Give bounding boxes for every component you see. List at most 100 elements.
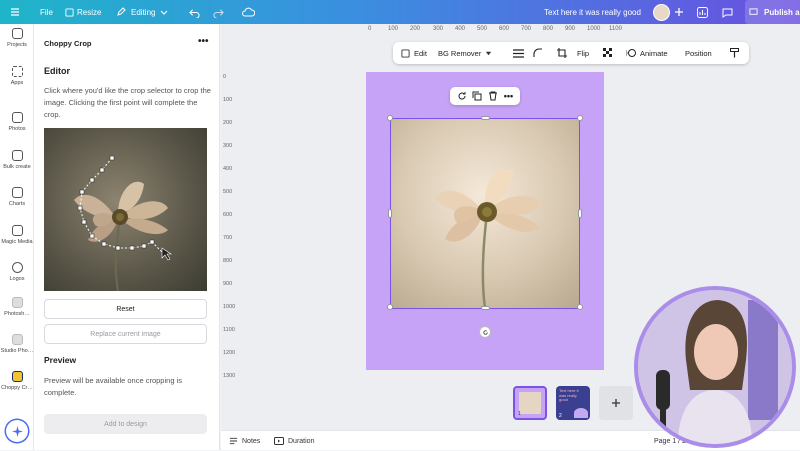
rotate-handle-icon — [482, 329, 488, 335]
replace-image-button[interactable]: Replace current image — [44, 324, 207, 344]
border-style-icon[interactable] — [513, 42, 524, 64]
ruler-tick: 600 — [223, 212, 233, 218]
design-page[interactable]: ••• — [366, 72, 604, 370]
choppy-crop-app-icon — [11, 371, 23, 382]
redo-icon[interactable] — [213, 0, 224, 24]
resize-handle[interactable] — [387, 304, 393, 310]
duplicate-icon[interactable] — [472, 91, 482, 101]
bar-chart-icon — [11, 187, 23, 198]
rail-label: Projects — [7, 42, 27, 48]
document-title[interactable]: Text here it was really good — [544, 0, 641, 24]
rail-item-photos[interactable]: Photos — [0, 112, 34, 132]
resize-handle[interactable] — [577, 304, 583, 310]
page-number: 1 — [518, 411, 521, 417]
ruler-tick: 300 — [223, 143, 233, 149]
add-page-button[interactable] — [599, 386, 633, 420]
editor-heading: Editor — [44, 66, 70, 76]
rail-item-projects[interactable]: Projects — [0, 28, 34, 48]
rail-label: Photosh… — [4, 311, 30, 317]
rail-item-magic-media[interactable]: Magic Media — [0, 225, 34, 245]
bg-remover-button[interactable]: BG Remover — [438, 42, 492, 64]
rail-label: Charts — [8, 201, 26, 207]
notes-icon — [229, 437, 238, 445]
edit-button[interactable]: Edit — [401, 42, 427, 64]
resize-handle[interactable] — [481, 116, 490, 120]
resize-button[interactable]: Resize — [77, 0, 101, 24]
crop-canvas-image[interactable] — [44, 128, 207, 291]
flip-button[interactable]: Flip — [577, 42, 589, 64]
present-icon — [749, 7, 758, 15]
preview-heading: Preview — [44, 355, 77, 365]
resize-handle[interactable] — [481, 306, 490, 310]
studio-photo-app-icon — [11, 334, 23, 345]
magic-media-icon — [11, 225, 23, 236]
more-icon[interactable]: ••• — [504, 91, 513, 101]
ruler-tick: 500 — [477, 26, 488, 32]
cloud-save-icon[interactable] — [242, 0, 255, 24]
resize-handle[interactable] — [387, 115, 393, 121]
page-thumbnail-2[interactable]: Text here it was really good 2 — [556, 386, 590, 420]
animate-icon — [626, 49, 636, 57]
add-to-design-button[interactable]: Add to design — [44, 414, 207, 434]
reset-button[interactable]: Reset — [44, 299, 207, 319]
flower-illustration — [435, 168, 541, 309]
file-menu[interactable]: File — [40, 0, 53, 24]
notes-button[interactable]: Notes — [229, 431, 260, 451]
resize-handle[interactable] — [578, 209, 582, 218]
resize-handle[interactable] — [577, 115, 583, 121]
trash-icon[interactable] — [488, 91, 498, 101]
paint-roller-icon[interactable] — [730, 42, 739, 64]
rail-item-photoshop[interactable]: Photosh… — [0, 297, 34, 317]
ruler-tick: 0 — [223, 74, 227, 80]
logo-icon — [11, 262, 23, 273]
rail-label: Studio Pho… — [0, 348, 34, 354]
photoshop-app-icon — [11, 297, 23, 308]
avatar[interactable] — [653, 0, 670, 24]
comment-icon[interactable] — [722, 0, 733, 24]
publish-button[interactable]: Publish as — [745, 0, 800, 24]
crop-icon[interactable] — [557, 42, 567, 64]
rail-item-logos[interactable]: Logos — [0, 262, 34, 282]
add-collaborator-icon[interactable] — [674, 0, 684, 24]
edit-image-icon — [401, 48, 410, 58]
rail-item-apps[interactable]: Apps — [0, 66, 34, 86]
rotate-icon[interactable] — [457, 91, 467, 101]
image-icon — [11, 112, 23, 123]
ruler-tick: 800 — [223, 258, 233, 264]
more-options-icon[interactable]: ••• — [198, 36, 209, 47]
timer-icon — [274, 437, 284, 445]
editing-mode-button[interactable]: Editing — [131, 0, 155, 24]
rail-label: Bulk create — [3, 164, 31, 170]
resize-handle[interactable] — [388, 209, 392, 218]
element-quick-menu: ••• — [450, 87, 520, 105]
rail-label: Magic Media — [1, 239, 33, 245]
page-number: 2 — [559, 413, 562, 419]
pencil-icon — [116, 0, 126, 24]
animate-button[interactable]: Animate — [626, 42, 668, 64]
menu-icon[interactable] — [10, 0, 20, 24]
ruler-tick: 1000 — [223, 304, 236, 310]
position-button[interactable]: Position — [685, 42, 712, 64]
app-panel: Choppy Crop ••• Editor Click where you'd… — [34, 24, 220, 450]
duration-button[interactable]: Duration — [274, 431, 314, 451]
transparency-icon[interactable] — [603, 42, 613, 64]
rotate-handle[interactable] — [479, 326, 491, 338]
rail-item-choppy-crop[interactable]: Choppy Cr… — [0, 371, 34, 391]
ruler-tick: 100 — [223, 97, 233, 103]
ruler-tick: 1000 — [587, 26, 601, 32]
page-thumbnail-1[interactable]: 1 — [513, 386, 547, 420]
duration-label: Duration — [288, 437, 315, 445]
undo-icon[interactable] — [189, 0, 200, 24]
ruler-tick: 900 — [565, 26, 576, 32]
insights-icon[interactable] — [697, 0, 708, 24]
rail-item-charts[interactable]: Charts — [0, 187, 34, 207]
rail-item-bulk-create[interactable]: Bulk create — [0, 150, 34, 170]
ruler-tick: 200 — [410, 26, 421, 32]
selected-image[interactable] — [387, 115, 583, 310]
chevron-down-icon[interactable] — [160, 0, 168, 24]
ruler-tick: 900 — [223, 281, 233, 287]
magic-assistant-icon[interactable] — [6, 420, 28, 442]
corner-rounding-icon[interactable] — [533, 42, 543, 64]
rail-item-studio-photo[interactable]: Studio Pho… — [0, 334, 34, 354]
rail-label: Photos — [8, 126, 26, 132]
